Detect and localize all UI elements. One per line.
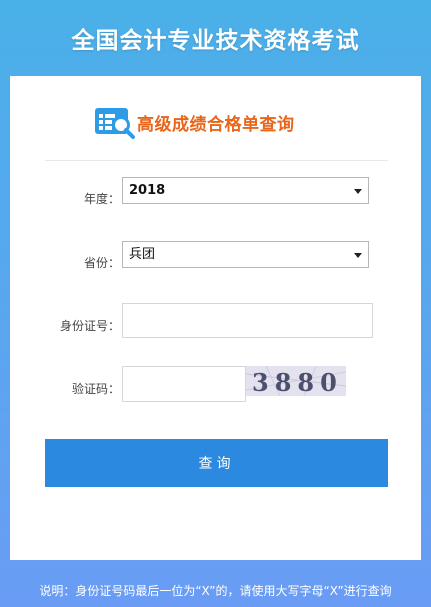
logo-row: 高级成绩合格单查询 [94,105,295,139]
query-button[interactable]: 查询 [45,439,388,487]
year-select[interactable]: 2018 [122,177,369,204]
chevron-down-icon [354,253,362,258]
id-number-input[interactable] [122,303,373,338]
page-title: 全国会计专业技术资格考试 [71,28,360,54]
year-label: 年度： [83,192,120,206]
chevron-down-icon [354,189,362,194]
captcha-image[interactable]: 3880 [246,366,346,396]
captcha-label: 验证码： [71,382,120,396]
logo-title: 高级成绩合格单查询 [137,114,295,135]
captcha-input[interactable] [122,366,246,402]
page-header: 全国会计专业技术资格考试 [0,0,431,76]
province-select-value: 兵团 [129,247,156,262]
province-label: 省份： [83,256,120,270]
id-number-label: 身份证号： [59,319,120,333]
province-select[interactable]: 兵团 [122,241,369,268]
search-document-icon [95,108,135,139]
footer-note: 说明：身份证号码最后一位为“X”的，请使用大写字母“X”进行查询 [39,583,392,598]
year-select-value: 2018 [129,183,166,198]
captcha-code: 3880 [252,368,343,396]
divider [45,160,388,161]
query-card: 高级成绩合格单查询 年度： 2018 省份： 兵团 身份证号： 验证码： 388… [10,76,421,560]
